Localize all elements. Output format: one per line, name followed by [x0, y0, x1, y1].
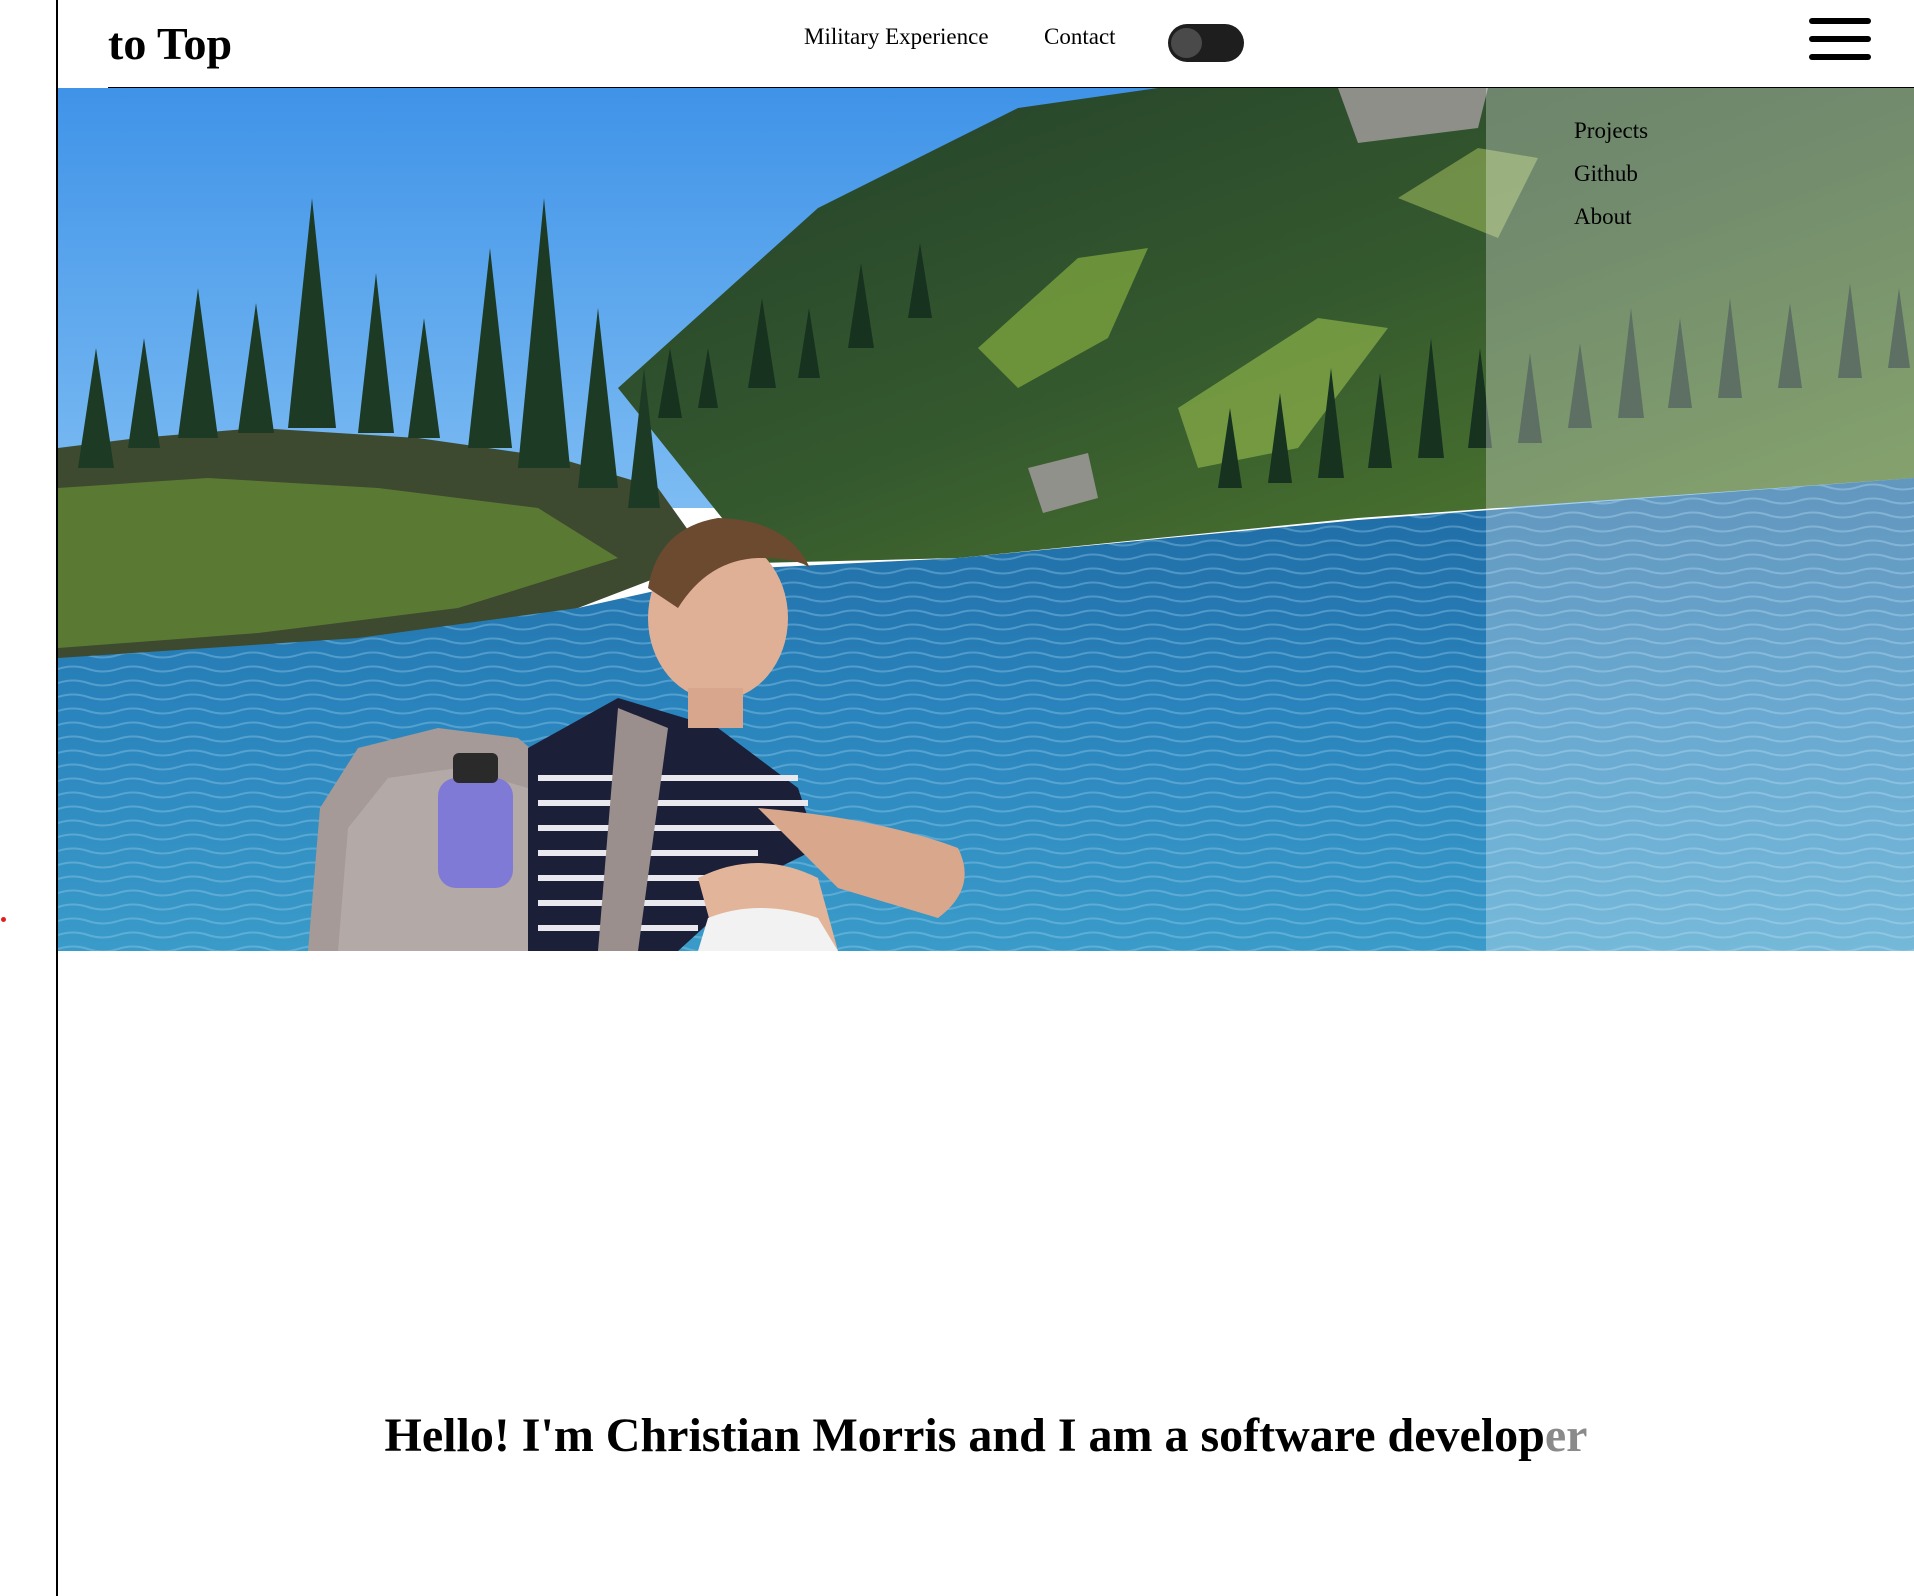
theme-toggle-switch[interactable]: [1168, 24, 1244, 62]
toggle-knob: [1171, 28, 1202, 58]
nav-link-military-experience[interactable]: Military Experience: [804, 22, 989, 52]
menu-bar: [1809, 54, 1871, 60]
intro-heading: Hello! I'm Christian Morris and I am a s…: [58, 1406, 1914, 1466]
menu-bar: [1809, 18, 1871, 24]
menu-bar: [1809, 36, 1871, 42]
side-menu-item-github[interactable]: Github: [1574, 159, 1638, 189]
side-menu-item-projects[interactable]: Projects: [1574, 116, 1648, 146]
red-dot-marker: [1, 917, 6, 922]
nav-link-contact[interactable]: Contact: [1044, 22, 1116, 52]
to-top-link[interactable]: to Top: [108, 14, 232, 74]
side-menu-item-about[interactable]: About: [1574, 202, 1632, 232]
site-header: to Top Military Experience Contact: [58, 0, 1914, 88]
page: to Top Military Experience Contact Proje…: [0, 0, 1914, 1596]
intro-typing-text: er: [1544, 1409, 1588, 1462]
hamburger-menu-icon[interactable]: [1809, 18, 1871, 60]
side-menu-panel: Projects Github About: [1486, 88, 1914, 951]
intro-text: Hello! I'm Christian Morris and I am a s…: [384, 1409, 1545, 1462]
